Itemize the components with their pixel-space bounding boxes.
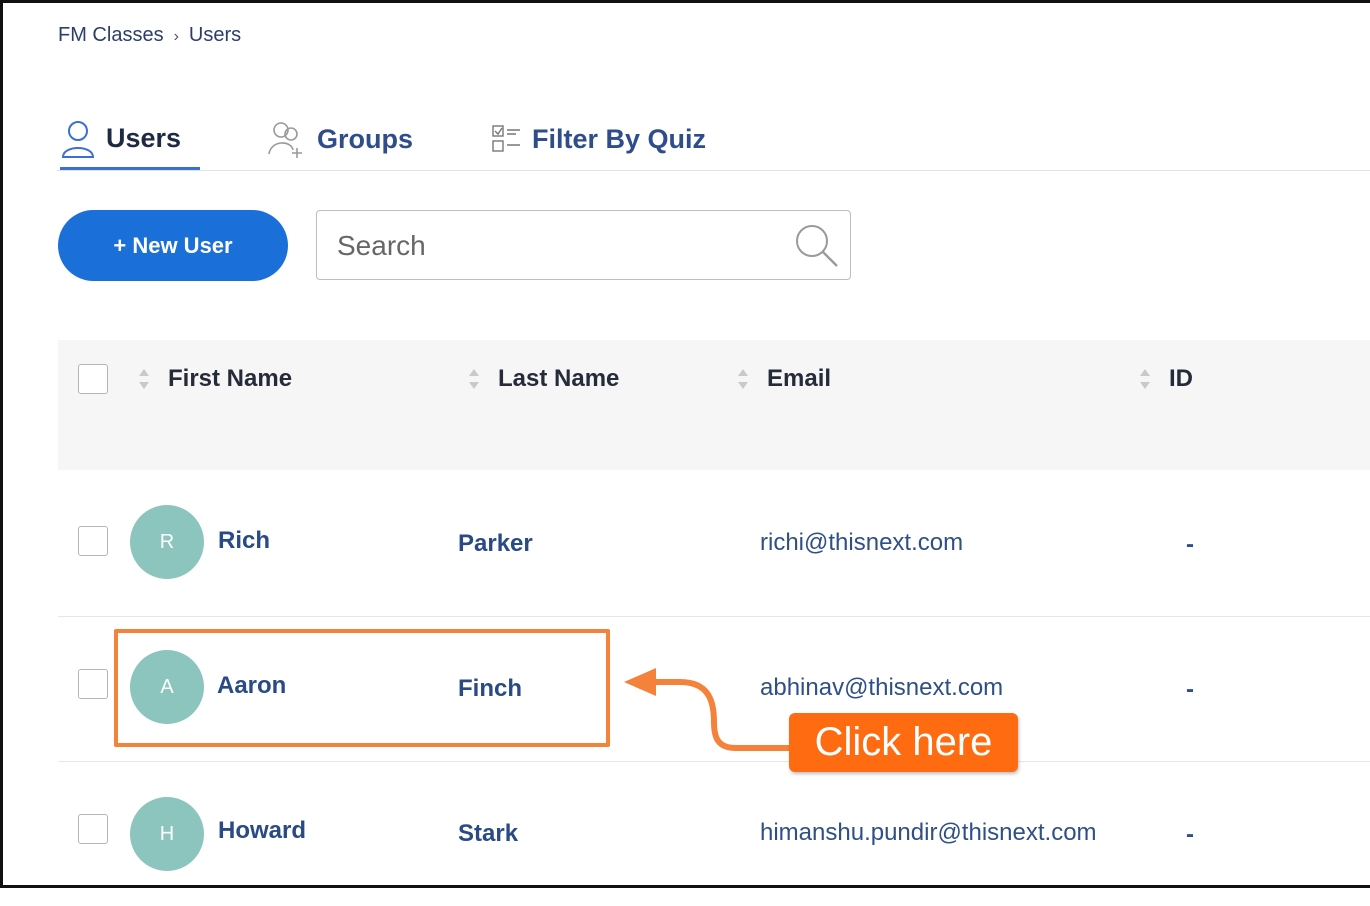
highlight-box [114, 629, 610, 747]
select-all-checkbox[interactable] [78, 364, 108, 394]
column-id-label: ID [1169, 365, 1193, 392]
row-checkbox[interactable] [78, 669, 108, 699]
row-checkbox[interactable] [78, 526, 108, 556]
sort-icon [138, 366, 150, 392]
row-checkbox[interactable] [78, 814, 108, 844]
tab-bar: Users Groups Filter By Quiz [57, 110, 1370, 171]
column-last-name-label: Last Name [498, 365, 620, 392]
sort-icon [737, 366, 749, 392]
sort-icon [468, 366, 480, 392]
avatar: R [130, 505, 204, 579]
click-here-callout: Click here [789, 713, 1018, 772]
avatar: H [130, 797, 204, 871]
column-id[interactable]: ID [1139, 364, 1193, 394]
last-name-cell: Stark [458, 820, 519, 847]
tab-users[interactable]: Users [60, 110, 200, 170]
breadcrumb: FM Classes › Users [58, 24, 241, 47]
first-name-cell[interactable]: Howard [218, 817, 306, 845]
column-last-name[interactable]: Last Name [468, 364, 619, 394]
tab-filter-by-quiz[interactable]: Filter By Quiz [492, 110, 732, 168]
table-row[interactable]: H Howard Stark himanshu.pundir@thisnext.… [58, 761, 1370, 906]
checklist-icon [492, 124, 522, 154]
id-cell: - [1186, 676, 1194, 703]
new-user-button[interactable]: + New User [58, 210, 288, 281]
column-email[interactable]: Email [737, 364, 831, 394]
column-first-name[interactable]: First Name [138, 364, 292, 394]
sort-icon [1139, 366, 1151, 392]
email-cell: richi@thisnext.com [760, 529, 964, 556]
first-name-cell[interactable]: Rich [218, 527, 270, 555]
breadcrumb-current: Users [188, 24, 242, 46]
breadcrumb-parent-link[interactable]: FM Classes [58, 24, 164, 46]
last-name-cell: Parker [458, 530, 533, 557]
id-cell: - [1186, 821, 1194, 848]
tab-users-label: Users [106, 123, 182, 153]
search-icon[interactable] [792, 221, 840, 274]
table-header: First Name Last Name Email ID [58, 340, 1370, 470]
tab-groups[interactable]: Groups [267, 110, 437, 168]
column-first-name-label: First Name [168, 365, 293, 392]
column-email-label: Email [767, 365, 832, 392]
group-add-icon [267, 120, 307, 158]
search-input[interactable] [335, 221, 779, 271]
table-row[interactable]: R Rich Parker richi@thisnext.com - [58, 471, 1370, 617]
id-cell: - [1186, 531, 1194, 558]
callout-arrow-icon [624, 668, 793, 751]
tab-filter-by-quiz-label: Filter By Quiz [532, 123, 707, 154]
search-box [316, 210, 851, 280]
tab-groups-label: Groups [317, 123, 414, 154]
user-icon [60, 119, 96, 159]
breadcrumb-separator: › [173, 28, 179, 45]
email-cell: himanshu.pundir@thisnext.com [760, 819, 1097, 846]
